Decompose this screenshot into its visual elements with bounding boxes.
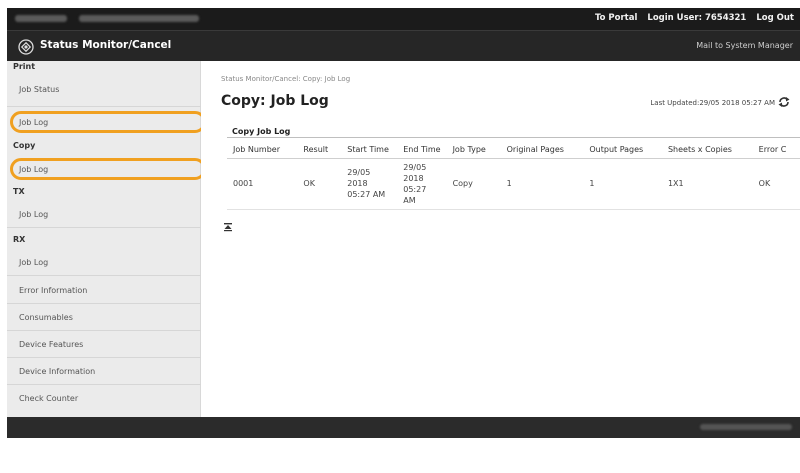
- to-portal-link[interactable]: To Portal: [595, 13, 637, 23]
- sidebar: Print Job Status Job Log Copy Job Log TX…: [7, 61, 206, 417]
- top-links: To Portal Login User: 7654321 Log Out: [595, 13, 794, 23]
- sidebar-item-consumables[interactable]: Consumables: [19, 313, 73, 322]
- column-header: Start Time: [341, 141, 398, 159]
- column-header: Output Pages: [583, 141, 662, 159]
- refresh-icon[interactable]: [778, 96, 790, 108]
- job-log-table: Job Number Result Start Time End Time Jo…: [227, 141, 800, 211]
- column-header: Error C: [752, 141, 800, 159]
- column-header: Original Pages: [500, 141, 584, 159]
- last-updated-label: Last Updated:29/05 2018 05:27 AM: [650, 99, 775, 107]
- divider: [7, 106, 201, 107]
- divider: [7, 357, 201, 358]
- sidebar-section-copy: Copy: [13, 141, 36, 150]
- login-user-label: Login User: 7654321: [647, 13, 747, 23]
- blurred-text: [700, 424, 792, 430]
- mail-to-system-manager-link[interactable]: Mail to System Manager: [696, 41, 793, 50]
- cell-job-number: 0001: [227, 158, 298, 211]
- header-bar: Status Monitor/Cancel Mail to System Man…: [7, 30, 800, 61]
- cell-error-code: OK: [752, 158, 800, 211]
- divider: [227, 137, 800, 138]
- column-header: Sheets x Copies: [661, 141, 753, 159]
- cell-original-pages: 1: [500, 158, 584, 211]
- sidebar-section-tx: TX: [13, 187, 25, 196]
- footer-bar: [7, 417, 800, 438]
- sidebar-item-error-information[interactable]: Error Information: [19, 286, 87, 295]
- highlight-print-job-log: [10, 111, 206, 133]
- cell-sheets-copies: 1X1: [661, 158, 753, 211]
- breadcrumb: Status Monitor/Cancel: Copy: Job Log: [221, 75, 351, 83]
- highlight-copy-job-log: [10, 158, 206, 180]
- page-title: Copy: Job Log: [221, 93, 329, 109]
- scroll-to-top-icon[interactable]: [223, 222, 233, 232]
- divider: [7, 303, 201, 304]
- blurred-text: [15, 15, 67, 22]
- divider: [7, 227, 201, 228]
- column-header: Job Type: [446, 141, 501, 159]
- cell-job-type: Copy: [446, 158, 501, 211]
- logout-link[interactable]: Log Out: [756, 13, 794, 23]
- main-content: Status Monitor/Cancel: Copy: Job Log Cop…: [201, 61, 800, 417]
- sidebar-item-device-features[interactable]: Device Features: [19, 340, 83, 349]
- table-row: 0001 OK 29/05 2018 05:27 AM 29/05 2018 0…: [227, 158, 800, 211]
- sidebar-item-check-counter[interactable]: Check Counter: [19, 394, 78, 403]
- status-monitor-icon: [18, 39, 34, 55]
- cell-result: OK: [297, 158, 342, 211]
- cell-start-time: 29/05 2018 05:27 AM: [341, 158, 398, 211]
- panel-title: Copy Job Log: [232, 127, 291, 136]
- divider: [7, 275, 201, 276]
- sidebar-item-print-job-status[interactable]: Job Status: [19, 85, 59, 94]
- sidebar-item-rx-job-log[interactable]: Job Log: [19, 258, 48, 267]
- cell-end-time: 29/05 2018 05:27 AM: [397, 158, 447, 211]
- sidebar-item-device-information[interactable]: Device Information: [19, 367, 95, 376]
- app-title: Status Monitor/Cancel: [40, 39, 172, 51]
- sidebar-section-print: Print: [13, 62, 36, 71]
- table-header-row: Job Number Result Start Time End Time Jo…: [227, 141, 800, 159]
- divider: [7, 330, 201, 331]
- blurred-text: [79, 15, 199, 22]
- top-bar: To Portal Login User: 7654321 Log Out: [7, 8, 800, 30]
- cell-output-pages: 1: [583, 158, 662, 211]
- column-header: Job Number: [227, 141, 298, 159]
- divider: [7, 384, 201, 385]
- column-header: Result: [297, 141, 342, 159]
- column-header: End Time: [397, 141, 447, 159]
- sidebar-item-tx-job-log[interactable]: Job Log: [19, 210, 48, 219]
- sidebar-section-rx: RX: [13, 235, 26, 244]
